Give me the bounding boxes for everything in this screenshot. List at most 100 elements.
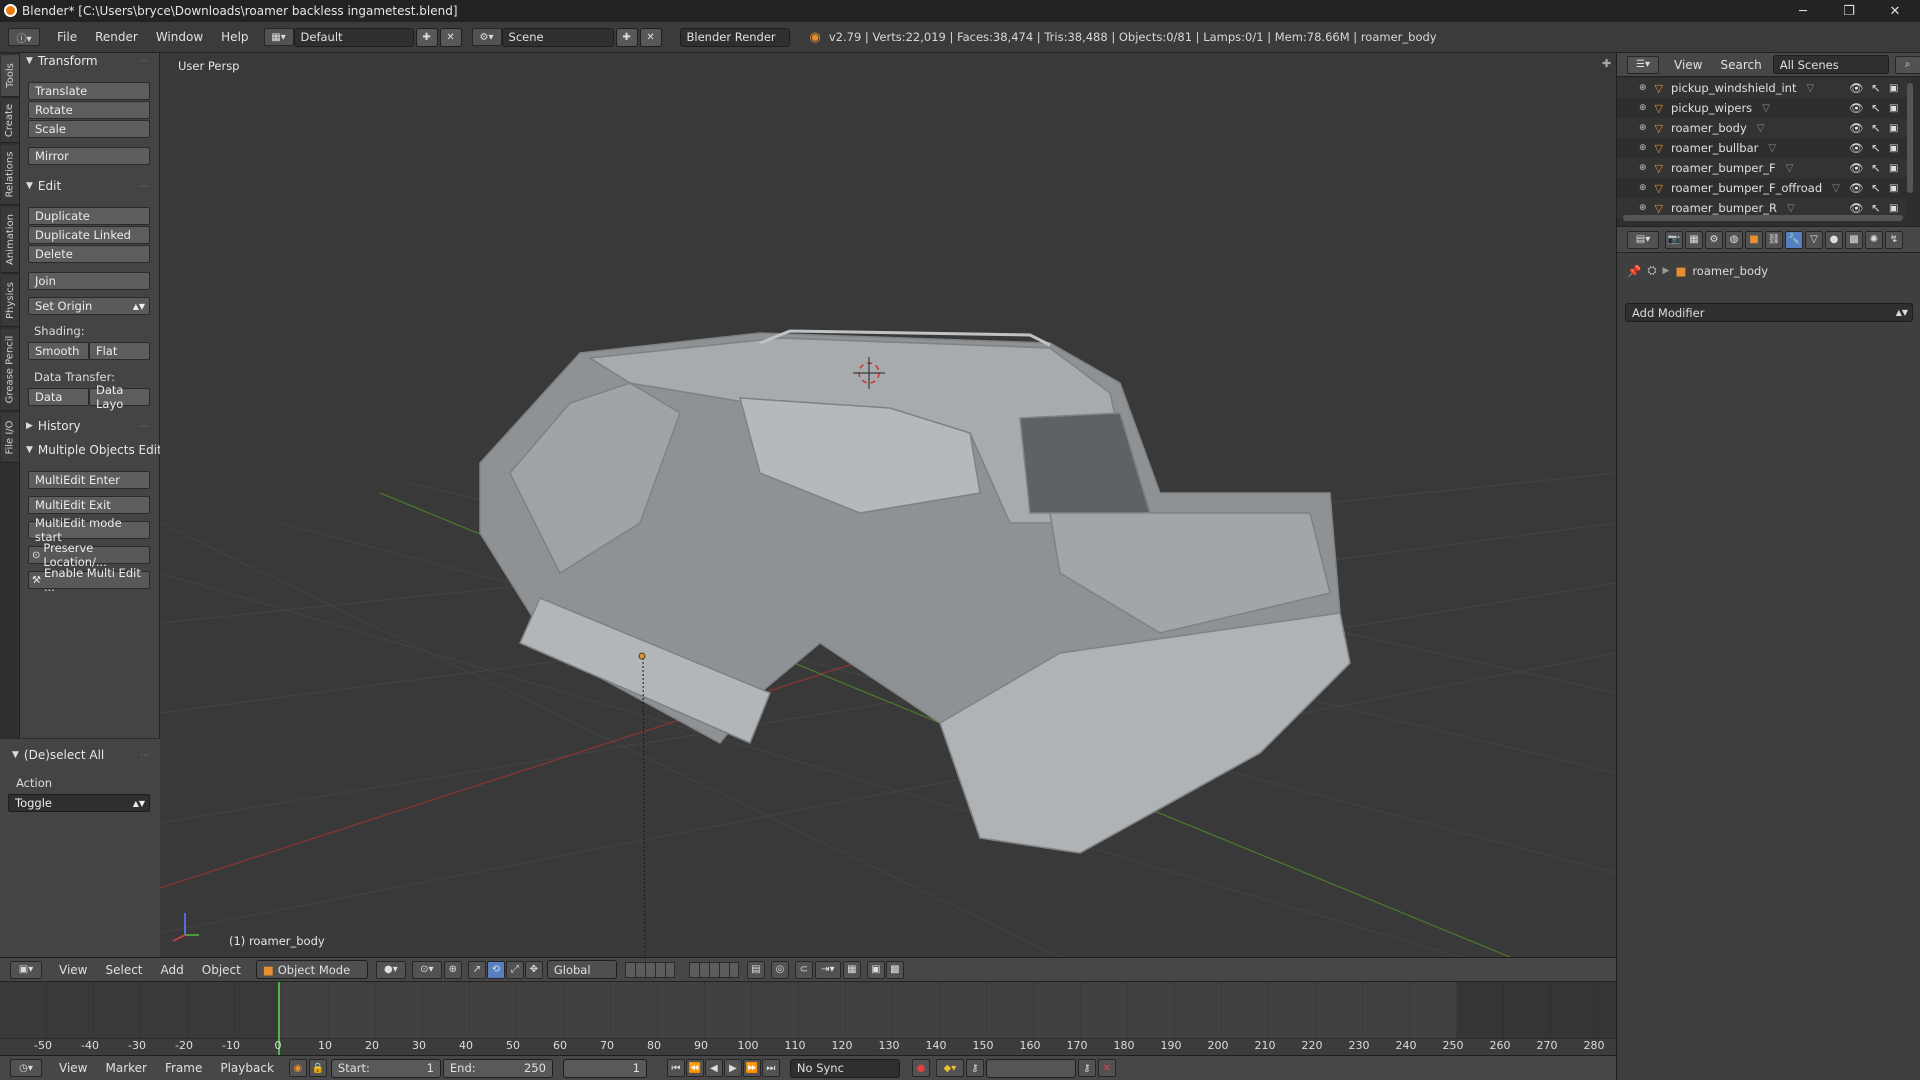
scene-selector[interactable]: Scene [501,27,614,47]
sync-selector[interactable]: No Sync [789,1058,900,1078]
pivot-point-icon[interactable]: ⊙▾ [411,960,442,979]
duplicate-button[interactable]: Duplicate [28,207,150,225]
preserve-location-button[interactable]: ⊙ Preserve Location/... [28,541,150,569]
menu-search[interactable]: Search [1711,58,1770,72]
add-modifier-dropdown[interactable]: Add Modifier ▲▼ [1625,303,1913,322]
snap-target-icon[interactable]: ▦ [842,960,861,979]
preview-range-icon[interactable]: ◉ [288,1059,307,1077]
info-editor-icon[interactable]: ⓘ▾ [8,28,40,46]
selectability-arrow-icon[interactable]: ↖ [1871,101,1881,115]
tab-create[interactable]: Create [1,99,19,143]
menu-view[interactable]: View [50,963,96,977]
outliner-hscrollbar[interactable] [1623,215,1903,221]
menu-frame[interactable]: Frame [156,1061,211,1075]
render-engine-selector[interactable]: Blender Render [679,27,790,47]
scene-icon[interactable]: ⚙▾ [471,28,502,46]
visibility-eye-icon[interactable]: 👁 [1849,201,1864,215]
lock-range-icon[interactable]: 🔒 [308,1059,327,1077]
mode-selector[interactable]: ■ Object Mode [255,960,368,979]
smooth-button[interactable]: Smooth [28,342,89,360]
constraints-tab-icon[interactable]: ⛓ [1765,230,1783,249]
timeline[interactable]: -50 -40 -30 -20 -10 0 10 20 30 40 50 60 70 80 90 100 110… [0,981,1616,1056]
selectability-arrow-icon[interactable]: ↖ [1871,161,1881,175]
play-icon[interactable]: ▶ [723,1059,742,1077]
jump-next-keyframe-icon[interactable]: ⏩ [742,1059,761,1077]
selectability-arrow-icon[interactable]: ↖ [1871,81,1881,95]
panel-grip-icon[interactable]: ⋯ [139,181,149,192]
selectability-arrow-icon[interactable]: ↖ [1871,121,1881,135]
menu-playback[interactable]: Playback [211,1061,283,1075]
panel-grip-icon[interactable]: ⋯ [140,750,150,761]
rotate-button[interactable]: Rotate [28,101,150,119]
outliner-item[interactable]: ⊕ ▽ pickup_wipers ▽ 👁 ↖ ▣ [1617,98,1907,118]
panel-multi-edit-header[interactable]: ▼ Multiple Objects Edit [26,443,162,457]
delete-keyframe-icon[interactable]: ✕ [1097,1059,1116,1077]
start-frame-field[interactable]: Start: 1 [330,1058,441,1078]
lock-layers-icon[interactable]: ▤ [746,960,765,979]
expand-icon[interactable]: ⊕ [1639,143,1647,153]
outliner-item[interactable]: ⊕ ▽ roamer_bullbar ▽ 👁 ↖ ▣ [1617,138,1907,158]
menu-file[interactable]: File [48,30,86,44]
outliner-item[interactable]: ⊕ ▽ roamer_bumper_F_offroad ▽ 👁 ↖ ▣ [1617,178,1907,198]
render-layers-tab-icon[interactable]: ▦ [1685,230,1703,249]
keying-key-icon[interactable]: ⚷ [965,1059,984,1077]
menu-add[interactable]: Add [152,963,193,977]
tab-physics[interactable]: Physics [1,275,19,327]
set-origin-dropdown[interactable]: Set Origin ▲▼ [28,297,150,315]
panel-transform-header[interactable]: ▼ Transform [26,54,98,68]
data-layout-button[interactable]: Data Layo [89,383,150,411]
expand-icon[interactable]: ⊕ [1639,163,1647,173]
render-tab-icon[interactable]: 📷 [1665,230,1683,249]
editor-type-icon[interactable]: ▣▾ [10,960,42,979]
close-button[interactable]: ✕ [1872,0,1918,22]
insert-keyframe-icon[interactable]: ⚷ [1077,1059,1096,1077]
translate-button[interactable]: Translate [28,82,150,100]
visibility-eye-icon[interactable]: 👁 [1849,121,1864,135]
jump-start-icon[interactable]: ⏮ [666,1059,685,1077]
end-frame-field[interactable]: End: 250 [442,1058,553,1078]
layout-grid-icon[interactable]: ▦▾ [263,28,294,46]
snap-icon[interactable]: ⊂ [794,960,813,979]
viewport-plus-icon[interactable]: ✚ [1602,57,1611,70]
renderability-camera-icon[interactable]: ▣ [1889,183,1898,194]
visibility-eye-icon[interactable]: 👁 [1849,161,1864,175]
multiedit-exit-button[interactable]: MultiEdit Exit [28,496,150,514]
scene-remove-button[interactable]: ✕ [639,27,662,47]
properties-editor-icon[interactable]: ▤▾ [1627,230,1659,249]
duplicate-linked-button[interactable]: Duplicate Linked [28,226,150,244]
expand-icon[interactable]: ⊕ [1639,203,1647,213]
layers-group-2[interactable] [688,961,739,978]
maximize-button[interactable]: ❐ [1826,0,1872,22]
layer-buttons[interactable] [624,961,739,978]
data-transfer-button[interactable]: Data [28,388,89,406]
multiedit-enter-button[interactable]: MultiEdit Enter [28,471,150,489]
panel-operator-header[interactable]: ▼ (De)select All [12,748,104,762]
selectability-arrow-icon[interactable]: ↖ [1871,181,1881,195]
layout-add-button[interactable]: ✚ [415,27,438,47]
3d-viewport[interactable]: User Persp (1) roamer_body ✚ [160,53,1616,957]
delete-button[interactable]: Delete [28,245,150,263]
menu-marker[interactable]: Marker [96,1061,155,1075]
panel-grip-icon[interactable]: ⋯ [139,56,149,67]
expand-icon[interactable]: ⊕ [1639,183,1647,193]
modifiers-tab-icon[interactable]: 🔧 [1785,230,1803,249]
visibility-eye-icon[interactable]: 👁 [1849,181,1864,195]
keying-set-icon[interactable]: ◆▾ [935,1059,964,1077]
particles-tab-icon[interactable]: ✺ [1865,230,1883,249]
menu-render[interactable]: Render [86,30,147,44]
menu-help[interactable]: Help [212,30,257,44]
layout-selector[interactable]: Default [293,27,414,47]
keying-set-field[interactable] [985,1058,1076,1078]
menu-select[interactable]: Select [96,963,151,977]
layout-remove-button[interactable]: ✕ [439,27,462,47]
layers-group-1[interactable] [624,961,675,978]
orientation-selector[interactable]: Global [546,960,617,979]
render-animation-icon[interactable]: ▩ [885,960,904,979]
outliner-item[interactable]: ⊕ ▽ roamer_bumper_F ▽ 👁 ↖ ▣ [1617,158,1907,178]
visibility-eye-icon[interactable]: 👁 [1849,141,1864,155]
renderability-camera-icon[interactable]: ▣ [1889,203,1898,214]
object-tab-icon[interactable]: ■ [1745,230,1763,249]
panel-history-header[interactable]: ▶ History [26,419,81,433]
panel-grip-icon[interactable]: ⋯ [139,421,149,432]
manipulator-icon[interactable]: ⊕ [443,960,462,979]
